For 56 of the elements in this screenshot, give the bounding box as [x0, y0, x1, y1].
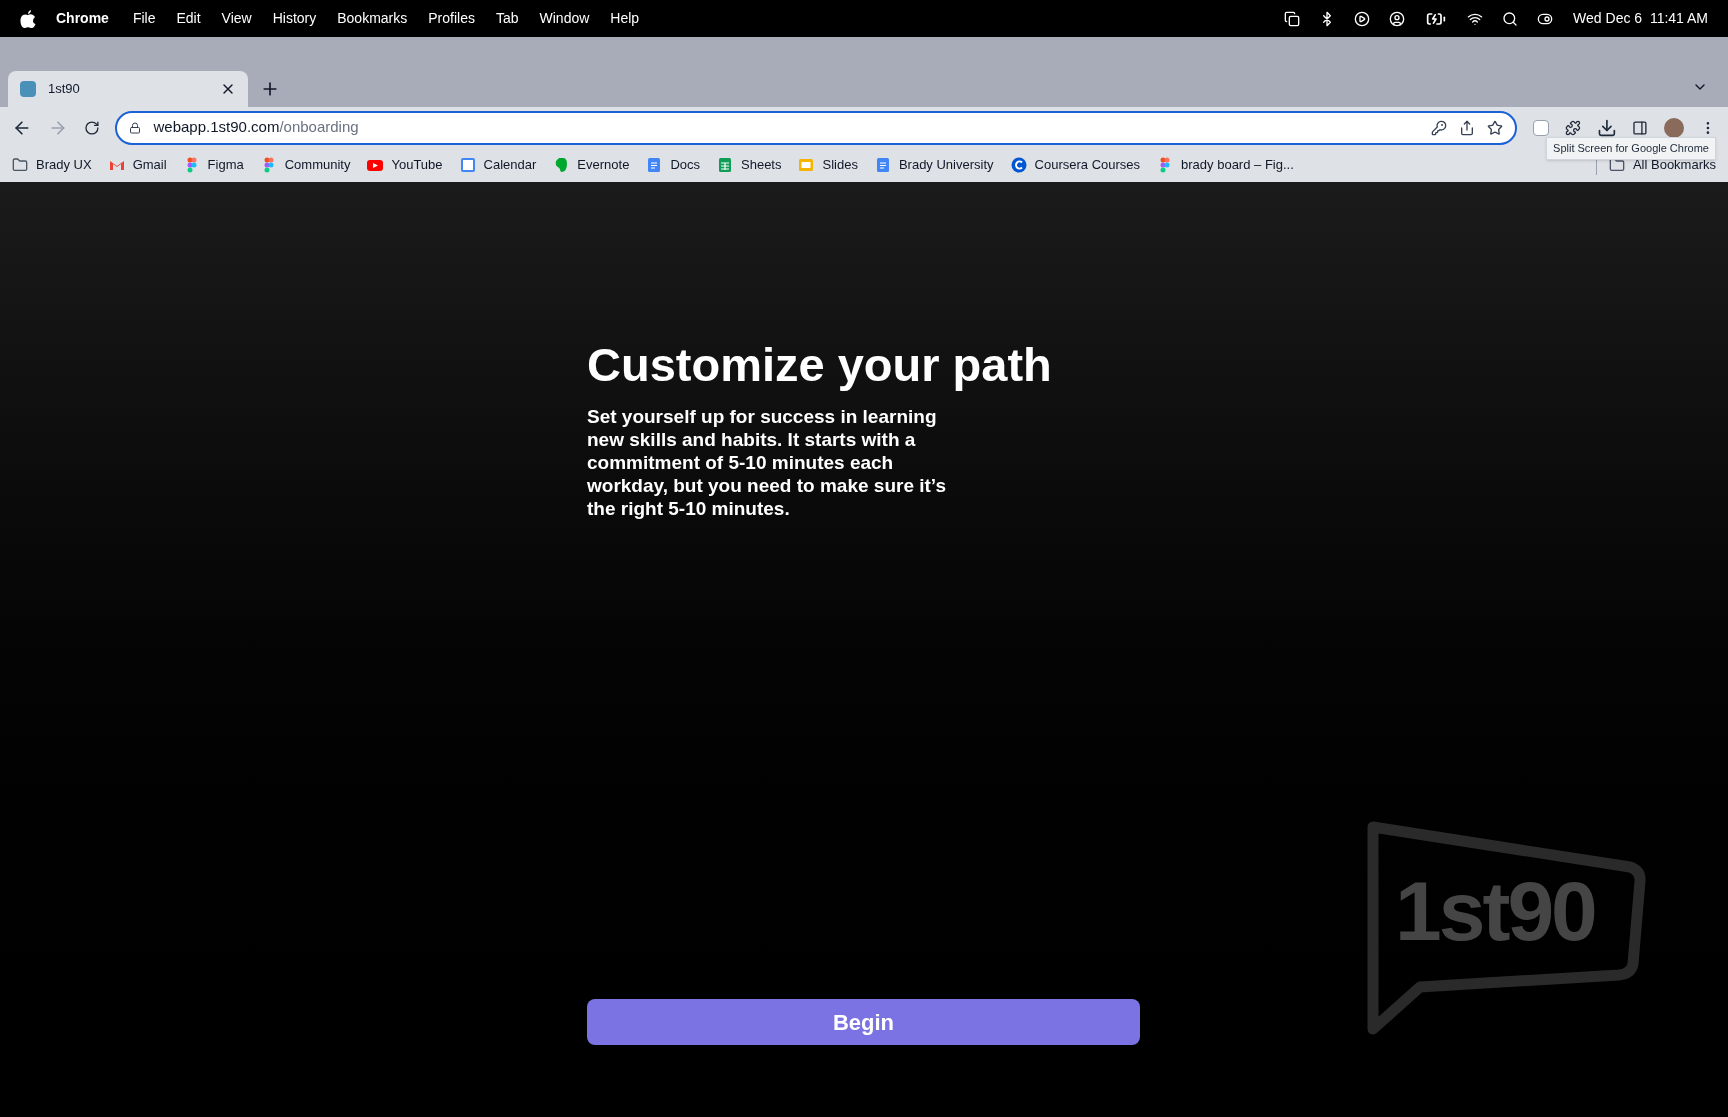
menu-item[interactable]: History — [272, 8, 317, 29]
calendar-icon — [459, 157, 476, 173]
c-logo-icon — [1010, 157, 1027, 173]
menu-clock[interactable]: Wed Dec 6 11:41 AM — [1573, 8, 1708, 29]
bookmark[interactable]: Calendar — [459, 155, 537, 175]
download-icon[interactable] — [1596, 117, 1617, 138]
bookmark[interactable]: Brady University — [874, 155, 994, 175]
bookmark[interactable]: Docs — [646, 155, 700, 175]
document-icon — [874, 157, 891, 173]
bookmark[interactable]: Slides — [798, 155, 858, 175]
play-icon[interactable] — [1354, 10, 1371, 27]
windows-icon[interactable] — [1284, 10, 1301, 27]
bookmark[interactable]: YouTube — [367, 155, 443, 175]
bookmark[interactable]: Evernote — [553, 155, 630, 175]
lock-icon — [129, 121, 142, 134]
menu-item[interactable]: Window — [539, 8, 590, 29]
bookmark[interactable]: Figma — [183, 155, 244, 175]
bookmark[interactable]: Coursera Courses — [1010, 155, 1141, 175]
document-icon — [646, 157, 663, 173]
puzzle-icon[interactable] — [1564, 119, 1581, 136]
menu-item[interactable]: View — [221, 8, 252, 29]
spreadsheet-icon — [717, 157, 733, 173]
play-icon — [367, 157, 384, 173]
reload-icon[interactable] — [83, 119, 100, 136]
side-panel-icon[interactable] — [1632, 119, 1649, 136]
slides-icon — [798, 157, 815, 173]
tooltip: Split Screen for Google Chrome — [1546, 137, 1716, 160]
menu-item[interactable]: File — [132, 8, 156, 29]
bookmark[interactable]: brady board – Fig... — [1157, 155, 1294, 175]
menu-item[interactable]: Profiles — [428, 8, 475, 29]
apple-logo-icon[interactable] — [20, 9, 36, 28]
share-icon[interactable] — [1458, 119, 1475, 136]
menu-item[interactable]: Tab — [495, 8, 519, 29]
search-icon[interactable] — [1502, 10, 1519, 27]
url-text: webapp.1st90.com/onboarding — [153, 117, 360, 138]
menu-item[interactable]: Edit — [176, 8, 201, 29]
key-icon[interactable] — [1430, 119, 1447, 136]
folder-icon — [12, 157, 28, 173]
menu-item[interactable]: Help — [610, 8, 640, 29]
page-heading: Customize your path — [587, 337, 1053, 393]
address-bar[interactable]: webapp.1st90.com/onboarding — [115, 110, 1517, 145]
folder-icon — [1608, 157, 1625, 173]
user-icon[interactable] — [1389, 10, 1406, 27]
logo-text: 1st90 — [1395, 869, 1595, 953]
bookmark[interactable]: Gmail — [108, 155, 167, 175]
star-icon[interactable] — [1486, 119, 1503, 136]
avatar[interactable] — [1664, 117, 1685, 138]
bookmark[interactable]: Sheets — [717, 155, 782, 175]
bookmark[interactable]: Brady UX — [12, 155, 92, 175]
menu-item[interactable]: Bookmarks — [337, 8, 408, 29]
begin-button[interactable]: Begin — [587, 999, 1140, 1045]
page-description: Set yourself up for success in learning new skills and habits. It starts with a commitment of 5-10 minutes each workday, but you need to make sure it’s the right 5-10 minutes. — [587, 405, 947, 520]
app-menu[interactable]: Chrome — [56, 8, 109, 29]
tab-title: 1st90 — [48, 80, 81, 99]
browser-tab[interactable]: 1st90 — [8, 71, 248, 107]
bookmark[interactable]: Community — [260, 155, 351, 175]
